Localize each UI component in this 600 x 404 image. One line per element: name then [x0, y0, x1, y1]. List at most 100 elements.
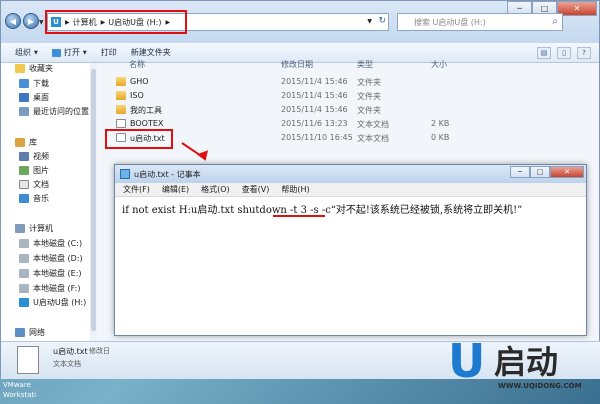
notepad-minimize-button[interactable]: ─ — [510, 166, 530, 178]
brand-logo: U 启动 WWW.UQIDONG.COM — [446, 336, 596, 400]
nav-pictures[interactable]: 图片 — [19, 165, 49, 176]
preview-pane-icon[interactable]: ▯ — [557, 47, 571, 59]
folder-icon — [116, 77, 126, 86]
view-controls: ▤ ▯ ? — [531, 47, 591, 59]
back-button[interactable]: ◀ — [5, 13, 21, 29]
notepad-titlebar[interactable]: u启动.txt - 记事本 ─ □ ✕ — [115, 165, 586, 183]
explorer-titlebar: ─ □ ✕ ◀ ▶ ▼ U ▶ 计算机 ▶ U启动U盘 (H:) ▶ ▼ ↻ 搜… — [1, 1, 599, 43]
nav-label: 本地磁盘 (D:) — [33, 254, 83, 263]
download-icon — [19, 79, 29, 88]
search-placeholder: 搜索 U启动U盘 (H:) — [414, 17, 486, 27]
file-type: 文件夹 — [357, 106, 381, 115]
file-row[interactable]: GHO 2015/11/4 15:46 文件夹 — [101, 75, 600, 89]
picture-icon — [19, 166, 29, 175]
print-button[interactable]: 打印 — [101, 47, 117, 58]
nav-label: 最近访问的位置 — [33, 107, 89, 116]
nav-documents[interactable]: 文档 — [19, 179, 49, 190]
details-modified-label: 修改日 — [89, 347, 110, 355]
menu-format[interactable]: 格式(O) — [201, 184, 230, 195]
help-icon[interactable]: ? — [577, 47, 591, 59]
open-label: 打开 — [63, 48, 80, 57]
logo-text: 启动 — [494, 343, 559, 381]
star-icon — [15, 64, 25, 73]
document-icon — [19, 180, 29, 189]
file-type: 文件夹 — [357, 92, 381, 101]
nav-label: 音乐 — [33, 194, 49, 203]
file-row[interactable]: BOOTEX 2015/11/6 13:23 文本文档 2 KB — [101, 117, 600, 131]
file-row-selected[interactable]: u启动.txt 2015/11/10 16:45 文本文档 0 KB — [101, 131, 600, 145]
search-input[interactable]: 搜索 U启动U盘 (H:) ⌕ — [397, 13, 563, 31]
menu-edit[interactable]: 编辑(E) — [162, 184, 189, 195]
column-header-modified[interactable]: 修改日期 — [281, 59, 313, 70]
file-modified: 2015/11/4 15:46 — [281, 105, 348, 114]
library-icon — [15, 138, 25, 147]
search-icon[interactable]: ⌕ — [552, 16, 558, 27]
view-options-icon[interactable]: ▤ — [537, 47, 551, 59]
hard-disk-icon — [19, 269, 29, 278]
open-button[interactable]: 打开 ▼ — [51, 47, 87, 58]
desktop-icon — [19, 93, 29, 102]
nav-favorites[interactable]: 收藏夹 — [15, 63, 53, 74]
nav-disk-e[interactable]: 本地磁盘 (E:) — [19, 268, 82, 279]
nav-network[interactable]: 网络 — [15, 327, 45, 338]
nav-scrollbar[interactable] — [90, 63, 97, 341]
refresh-icon[interactable]: ↻ — [378, 16, 386, 26]
menu-file[interactable]: 文件(F) — [123, 184, 150, 195]
nav-disk-c[interactable]: 本地磁盘 (C:) — [19, 238, 82, 249]
nav-music[interactable]: 音乐 — [19, 193, 49, 204]
hard-disk-icon — [19, 239, 29, 248]
music-icon — [19, 194, 29, 203]
nav-videos[interactable]: 视频 — [19, 151, 49, 162]
menu-view[interactable]: 查看(V) — [242, 184, 270, 195]
hard-disk-icon — [19, 284, 29, 293]
logo-url: WWW.UQIDONG.COM — [498, 382, 582, 390]
file-name: GHO — [130, 77, 149, 86]
close-button[interactable]: ✕ — [557, 1, 597, 16]
new-folder-button[interactable]: 新建文件夹 — [131, 47, 171, 58]
network-icon — [15, 328, 25, 337]
nav-scrollbar-thumb[interactable] — [91, 69, 96, 331]
computer-icon — [15, 224, 25, 233]
nav-disk-f[interactable]: 本地磁盘 (F:) — [19, 283, 80, 294]
desktop-shortcut-vmware[interactable]: VMware Workstati — [3, 380, 36, 400]
nav-label: 下载 — [33, 79, 49, 88]
details-file-type: 文本文档 — [53, 360, 81, 368]
file-modified: 2015/11/4 15:46 — [281, 91, 348, 100]
organize-label: 组织 — [15, 48, 31, 57]
folder-icon — [116, 91, 126, 100]
chevron-down-icon: ▼ — [82, 49, 87, 56]
column-header-name[interactable]: 名称 — [129, 59, 145, 70]
file-size: 0 KB — [431, 133, 450, 142]
nav-disk-h[interactable]: U启动U盘 (H:) — [19, 297, 86, 308]
folder-icon — [116, 105, 126, 114]
file-type: 文件夹 — [357, 78, 381, 87]
nav-disk-d[interactable]: 本地磁盘 (D:) — [19, 253, 83, 264]
forward-button[interactable]: ▶ — [23, 13, 39, 29]
file-type: 文本文档 — [357, 134, 389, 143]
notepad-window: u启动.txt - 记事本 ─ □ ✕ 文件(F) 编辑(E) 格式(O) 查看… — [114, 164, 587, 336]
notepad-text-content[interactable]: if not exist H:u启动.txt shutdown -t 3 -s … — [122, 201, 522, 216]
notepad-maximize-button[interactable]: □ — [530, 166, 550, 178]
nav-libraries[interactable]: 库 — [15, 137, 37, 148]
history-dropdown-icon[interactable]: ▼ — [39, 19, 44, 26]
file-highlight-box — [105, 129, 173, 149]
notepad-close-button[interactable]: ✕ — [550, 166, 584, 178]
file-row[interactable]: ISO 2015/11/4 15:46 文件夹 — [101, 89, 600, 103]
nav-computer[interactable]: 计算机 — [15, 223, 53, 234]
notepad-icon — [120, 169, 130, 179]
print-label: 打印 — [100, 48, 117, 57]
shortcut-label: VMware — [3, 381, 31, 389]
menu-help[interactable]: 帮助(H) — [281, 184, 309, 195]
hard-disk-icon — [19, 254, 29, 263]
nav-downloads[interactable]: 下载 — [19, 78, 49, 89]
open-icon — [51, 48, 61, 57]
nav-desktop[interactable]: 桌面 — [19, 92, 49, 103]
file-row[interactable]: 我的工具 2015/11/4 15:46 文件夹 — [101, 103, 600, 117]
column-header-size[interactable]: 大小 — [431, 59, 447, 70]
column-header-type[interactable]: 类型 — [357, 59, 373, 70]
organize-button[interactable]: 组织 ▼ — [15, 47, 38, 58]
usb-drive-icon — [19, 298, 29, 307]
address-dropdown-icon[interactable]: ▼ — [367, 18, 372, 25]
text-file-icon — [17, 346, 39, 374]
nav-recent[interactable]: 最近访问的位置 — [19, 106, 89, 117]
